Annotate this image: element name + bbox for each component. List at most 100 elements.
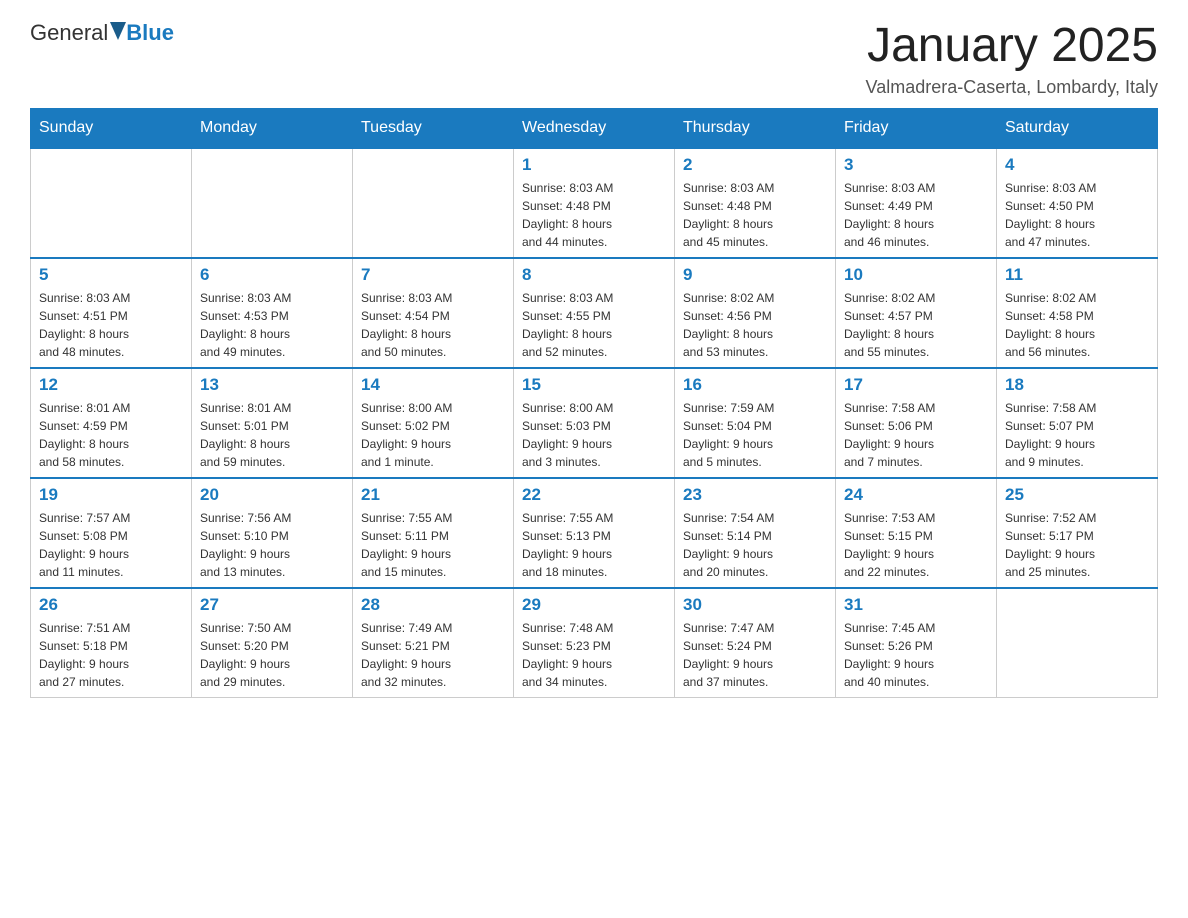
calendar-cell: 25 Sunrise: 7:52 AMSunset: 5:17 PMDayligh… <box>997 478 1158 588</box>
month-title: January 2025 <box>866 20 1158 73</box>
calendar-cell <box>353 148 514 258</box>
day-number: 12 <box>39 375 183 395</box>
calendar-cell: 20Sunrise: 7:56 AMSunset: 5:10 PMDayligh… <box>192 478 353 588</box>
calendar-cell: 1 Sunrise: 8:03 AMSunset: 4:48 PMDaylight… <box>514 148 675 258</box>
calendar-cell <box>997 588 1158 698</box>
calendar-cell: 17Sunrise: 7:58 AMSunset: 5:06 PMDayligh… <box>836 368 997 478</box>
calendar-cell: 31Sunrise: 7:45 AMSunset: 5:26 PMDayligh… <box>836 588 997 698</box>
day-number: 13 <box>200 375 344 395</box>
calendar-cell: 19 Sunrise: 7:57 AMSunset: 5:08 PMDayligh… <box>31 478 192 588</box>
col-thursday: Thursday <box>675 108 836 148</box>
day-number: 31 <box>844 595 988 615</box>
day-info: Sunrise: 7:48 AMSunset: 5:23 PMDaylight:… <box>522 619 666 691</box>
week-row-4: 19 Sunrise: 7:57 AMSunset: 5:08 PMDayligh… <box>31 478 1158 588</box>
day-info: Sunrise: 7:47 AMSunset: 5:24 PMDaylight:… <box>683 619 827 691</box>
calendar-cell: 4Sunrise: 8:03 AMSunset: 4:50 PMDaylight… <box>997 148 1158 258</box>
col-tuesday: Tuesday <box>353 108 514 148</box>
day-number: 30 <box>683 595 827 615</box>
day-number: 2 <box>683 155 827 175</box>
day-number: 16 <box>683 375 827 395</box>
calendar-cell: 26Sunrise: 7:51 AMSunset: 5:18 PMDayligh… <box>31 588 192 698</box>
location-subtitle: Valmadrera-Caserta, Lombardy, Italy <box>866 77 1158 98</box>
calendar-cell: 9 Sunrise: 8:02 AMSunset: 4:56 PMDaylight… <box>675 258 836 368</box>
day-number: 11 <box>1005 265 1149 285</box>
day-info: Sunrise: 8:01 AMSunset: 4:59 PMDaylight:… <box>39 399 183 471</box>
day-number: 5 <box>39 265 183 285</box>
day-number: 3 <box>844 155 988 175</box>
page-header: General Blue January 2025 Valmadrera-Cas… <box>30 20 1158 98</box>
calendar-cell: 28Sunrise: 7:49 AMSunset: 5:21 PMDayligh… <box>353 588 514 698</box>
calendar-cell <box>31 148 192 258</box>
day-info: Sunrise: 8:03 AMSunset: 4:54 PMDaylight:… <box>361 289 505 361</box>
day-number: 10 <box>844 265 988 285</box>
day-info: Sunrise: 7:57 AMSunset: 5:08 PMDaylight:… <box>39 509 183 581</box>
day-number: 20 <box>200 485 344 505</box>
calendar-cell: 6 Sunrise: 8:03 AMSunset: 4:53 PMDaylight… <box>192 258 353 368</box>
day-number: 14 <box>361 375 505 395</box>
calendar-table: Sunday Monday Tuesday Wednesday Thursday… <box>30 108 1158 699</box>
calendar-cell <box>192 148 353 258</box>
day-info: Sunrise: 8:00 AMSunset: 5:03 PMDaylight:… <box>522 399 666 471</box>
day-info: Sunrise: 7:59 AMSunset: 5:04 PMDaylight:… <box>683 399 827 471</box>
logo-blue-text: Blue <box>126 20 174 46</box>
day-number: 4 <box>1005 155 1149 175</box>
calendar-cell: 23Sunrise: 7:54 AMSunset: 5:14 PMDayligh… <box>675 478 836 588</box>
day-info: Sunrise: 8:03 AMSunset: 4:48 PMDaylight:… <box>683 179 827 251</box>
day-number: 23 <box>683 485 827 505</box>
calendar-header-row: Sunday Monday Tuesday Wednesday Thursday… <box>31 108 1158 148</box>
week-row-5: 26Sunrise: 7:51 AMSunset: 5:18 PMDayligh… <box>31 588 1158 698</box>
day-number: 7 <box>361 265 505 285</box>
day-number: 22 <box>522 485 666 505</box>
day-info: Sunrise: 8:01 AMSunset: 5:01 PMDaylight:… <box>200 399 344 471</box>
calendar-cell: 27Sunrise: 7:50 AMSunset: 5:20 PMDayligh… <box>192 588 353 698</box>
day-info: Sunrise: 8:03 AMSunset: 4:51 PMDaylight:… <box>39 289 183 361</box>
day-number: 21 <box>361 485 505 505</box>
day-info: Sunrise: 7:55 AMSunset: 5:11 PMDaylight:… <box>361 509 505 581</box>
calendar-cell: 21 Sunrise: 7:55 AMSunset: 5:11 PMDayligh… <box>353 478 514 588</box>
logo-general-text: General <box>30 20 126 46</box>
day-info: Sunrise: 7:58 AMSunset: 5:06 PMDaylight:… <box>844 399 988 471</box>
day-number: 19 <box>39 485 183 505</box>
day-info: Sunrise: 8:02 AMSunset: 4:56 PMDaylight:… <box>683 289 827 361</box>
day-info: Sunrise: 8:03 AMSunset: 4:53 PMDaylight:… <box>200 289 344 361</box>
calendar-cell: 2 Sunrise: 8:03 AMSunset: 4:48 PMDaylight… <box>675 148 836 258</box>
day-info: Sunrise: 8:03 AMSunset: 4:49 PMDaylight:… <box>844 179 988 251</box>
day-number: 24 <box>844 485 988 505</box>
day-number: 8 <box>522 265 666 285</box>
calendar-cell: 12 Sunrise: 8:01 AMSunset: 4:59 PMDayligh… <box>31 368 192 478</box>
day-info: Sunrise: 8:03 AMSunset: 4:55 PMDaylight:… <box>522 289 666 361</box>
calendar-cell: 22Sunrise: 7:55 AMSunset: 5:13 PMDayligh… <box>514 478 675 588</box>
title-area: January 2025 Valmadrera-Caserta, Lombard… <box>866 20 1158 98</box>
calendar-cell: 30 Sunrise: 7:47 AMSunset: 5:24 PMDayligh… <box>675 588 836 698</box>
day-number: 6 <box>200 265 344 285</box>
week-row-2: 5 Sunrise: 8:03 AMSunset: 4:51 PMDaylight… <box>31 258 1158 368</box>
day-info: Sunrise: 7:58 AMSunset: 5:07 PMDaylight:… <box>1005 399 1149 471</box>
col-monday: Monday <box>192 108 353 148</box>
day-info: Sunrise: 7:51 AMSunset: 5:18 PMDaylight:… <box>39 619 183 691</box>
day-info: Sunrise: 7:52 AMSunset: 5:17 PMDaylight:… <box>1005 509 1149 581</box>
day-number: 28 <box>361 595 505 615</box>
calendar-cell: 10Sunrise: 8:02 AMSunset: 4:57 PMDayligh… <box>836 258 997 368</box>
day-info: Sunrise: 8:02 AMSunset: 4:58 PMDaylight:… <box>1005 289 1149 361</box>
day-number: 15 <box>522 375 666 395</box>
calendar-cell: 7 Sunrise: 8:03 AMSunset: 4:54 PMDaylight… <box>353 258 514 368</box>
calendar-cell: 3 Sunrise: 8:03 AMSunset: 4:49 PMDaylight… <box>836 148 997 258</box>
day-info: Sunrise: 7:50 AMSunset: 5:20 PMDaylight:… <box>200 619 344 691</box>
day-number: 25 <box>1005 485 1149 505</box>
day-number: 29 <box>522 595 666 615</box>
day-number: 1 <box>522 155 666 175</box>
col-friday: Friday <box>836 108 997 148</box>
week-row-1: 1 Sunrise: 8:03 AMSunset: 4:48 PMDaylight… <box>31 148 1158 258</box>
day-number: 9 <box>683 265 827 285</box>
day-info: Sunrise: 8:00 AMSunset: 5:02 PMDaylight:… <box>361 399 505 471</box>
logo-arrow-icon <box>108 22 126 40</box>
day-number: 18 <box>1005 375 1149 395</box>
calendar-cell: 24Sunrise: 7:53 AMSunset: 5:15 PMDayligh… <box>836 478 997 588</box>
calendar-cell: 15 Sunrise: 8:00 AMSunset: 5:03 PMDayligh… <box>514 368 675 478</box>
col-sunday: Sunday <box>31 108 192 148</box>
calendar-cell: 16 Sunrise: 7:59 AMSunset: 5:04 PMDayligh… <box>675 368 836 478</box>
day-info: Sunrise: 8:03 AMSunset: 4:48 PMDaylight:… <box>522 179 666 251</box>
week-row-3: 12 Sunrise: 8:01 AMSunset: 4:59 PMDayligh… <box>31 368 1158 478</box>
calendar-cell: 18 Sunrise: 7:58 AMSunset: 5:07 PMDayligh… <box>997 368 1158 478</box>
col-saturday: Saturday <box>997 108 1158 148</box>
